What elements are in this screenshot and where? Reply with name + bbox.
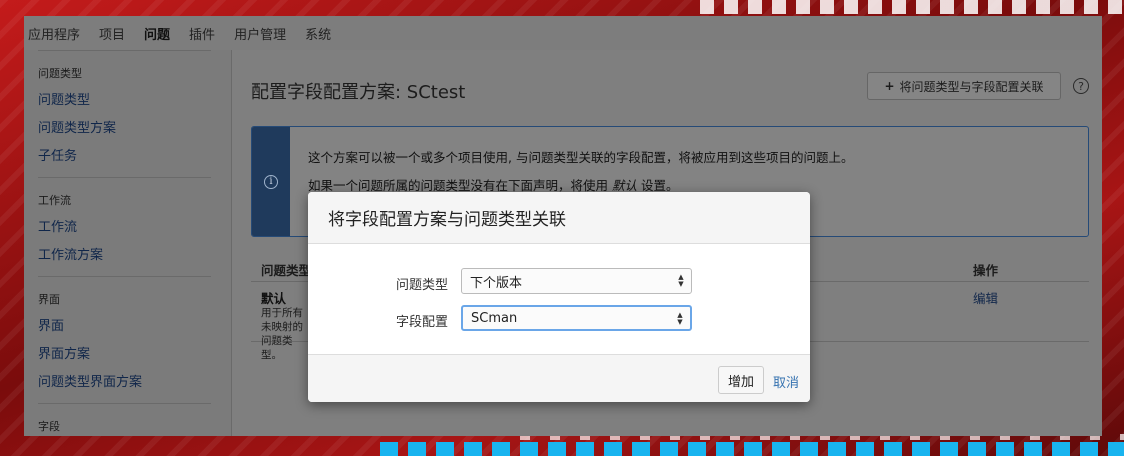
- info-stripe: i: [252, 127, 290, 236]
- info-text-line2-prefix: 如果一个问题所属的问题类型没有在下面声明，将使用: [308, 178, 612, 193]
- edit-link[interactable]: 编辑: [973, 288, 998, 307]
- issue-type-label: 问题类型: [395, 278, 448, 293]
- sidebar-heading-screens: 界面: [38, 293, 60, 306]
- issue-type-select[interactable]: 下个版本 ▲ ▼: [461, 268, 692, 294]
- info-text-default-emphasis: 默认: [611, 178, 637, 193]
- info-text-line1: 这个方案可以被一个或多个项目使用, 与问题类型关联的字段配置，将被应用到这些项目…: [308, 150, 854, 165]
- top-navigation: 应用程序 项目 问题 插件 用户管理 系统: [24, 16, 1102, 50]
- info-icon: i: [264, 174, 278, 189]
- sidebar-heading-workflows: 工作流: [38, 194, 71, 207]
- cancel-link[interactable]: 取消: [773, 372, 799, 391]
- add-button[interactable]: 增加: [718, 366, 764, 394]
- sidebar-item-issue-types[interactable]: 问题类型: [38, 87, 231, 115]
- column-header-actions: 操作: [973, 263, 999, 278]
- field-config-label: 字段配置: [395, 315, 448, 330]
- associate-button-label: 将问题类型与字段配置关联: [899, 79, 1044, 94]
- row-title: 默认: [261, 291, 287, 306]
- sidebar-item-issue-type-schemes[interactable]: 问题类型方案: [38, 115, 231, 143]
- nav-item-issues[interactable]: 问题: [144, 24, 170, 43]
- sidebar-heading-fields: 字段: [38, 420, 60, 433]
- info-text-line2-suffix: 设置。: [637, 178, 679, 193]
- associate-issue-type-button[interactable]: + 将问题类型与字段配置关联: [867, 72, 1061, 100]
- dialog-body: 问题类型 下个版本 ▲ ▼ 字段配置 SCman ▲ ▼: [308, 244, 810, 354]
- nav-item-applications[interactable]: 应用程序: [28, 24, 80, 43]
- question-circle-icon[interactable]: ?: [1073, 78, 1089, 94]
- plus-icon: +: [884, 79, 895, 93]
- select-arrows-icon: ▲ ▼: [677, 311, 683, 326]
- nav-item-system[interactable]: 系统: [305, 24, 331, 43]
- decorative-dashes-top: [700, 0, 1124, 14]
- field-config-select[interactable]: SCman ▲ ▼: [461, 305, 692, 331]
- nav-item-projects[interactable]: 项目: [99, 24, 125, 43]
- sidebar-item-workflow-schemes[interactable]: 工作流方案: [38, 242, 231, 270]
- sidebar-item-workflows[interactable]: 工作流: [38, 214, 231, 242]
- column-header-issue-type: 问题类型: [261, 263, 312, 278]
- nav-item-user-management[interactable]: 用户管理: [234, 24, 286, 43]
- page-title: 配置字段配置方案: SCtest: [251, 82, 466, 103]
- sidebar-heading-issue-types: 问题类型: [38, 67, 82, 80]
- sidebar: 问题类型 问题类型 问题类型方案 子任务 工作流 工作流 工作流方案 界面 界面…: [24, 50, 232, 436]
- sidebar-item-issue-type-screen-schemes[interactable]: 问题类型界面方案: [38, 369, 231, 397]
- dialog-footer: 增加 取消: [308, 354, 810, 402]
- row-description: 用于所有未映射的问题类型。: [261, 307, 303, 361]
- sidebar-item-screen-schemes[interactable]: 界面方案: [38, 341, 231, 369]
- sidebar-item-screens[interactable]: 界面: [38, 313, 231, 341]
- issue-type-select-value: 下个版本: [470, 275, 523, 291]
- dialog-title: 将字段配置方案与问题类型关联: [308, 192, 810, 244]
- associate-dialog: 将字段配置方案与问题类型关联 问题类型 下个版本 ▲ ▼ 字段配置 SCman ▲…: [308, 192, 810, 402]
- decorative-dashes-bottom: [380, 442, 1124, 456]
- select-arrows-icon: ▲ ▼: [678, 273, 684, 288]
- sidebar-item-subtasks[interactable]: 子任务: [38, 143, 231, 171]
- field-config-select-value: SCman: [471, 310, 518, 326]
- nav-item-addons[interactable]: 插件: [189, 24, 215, 43]
